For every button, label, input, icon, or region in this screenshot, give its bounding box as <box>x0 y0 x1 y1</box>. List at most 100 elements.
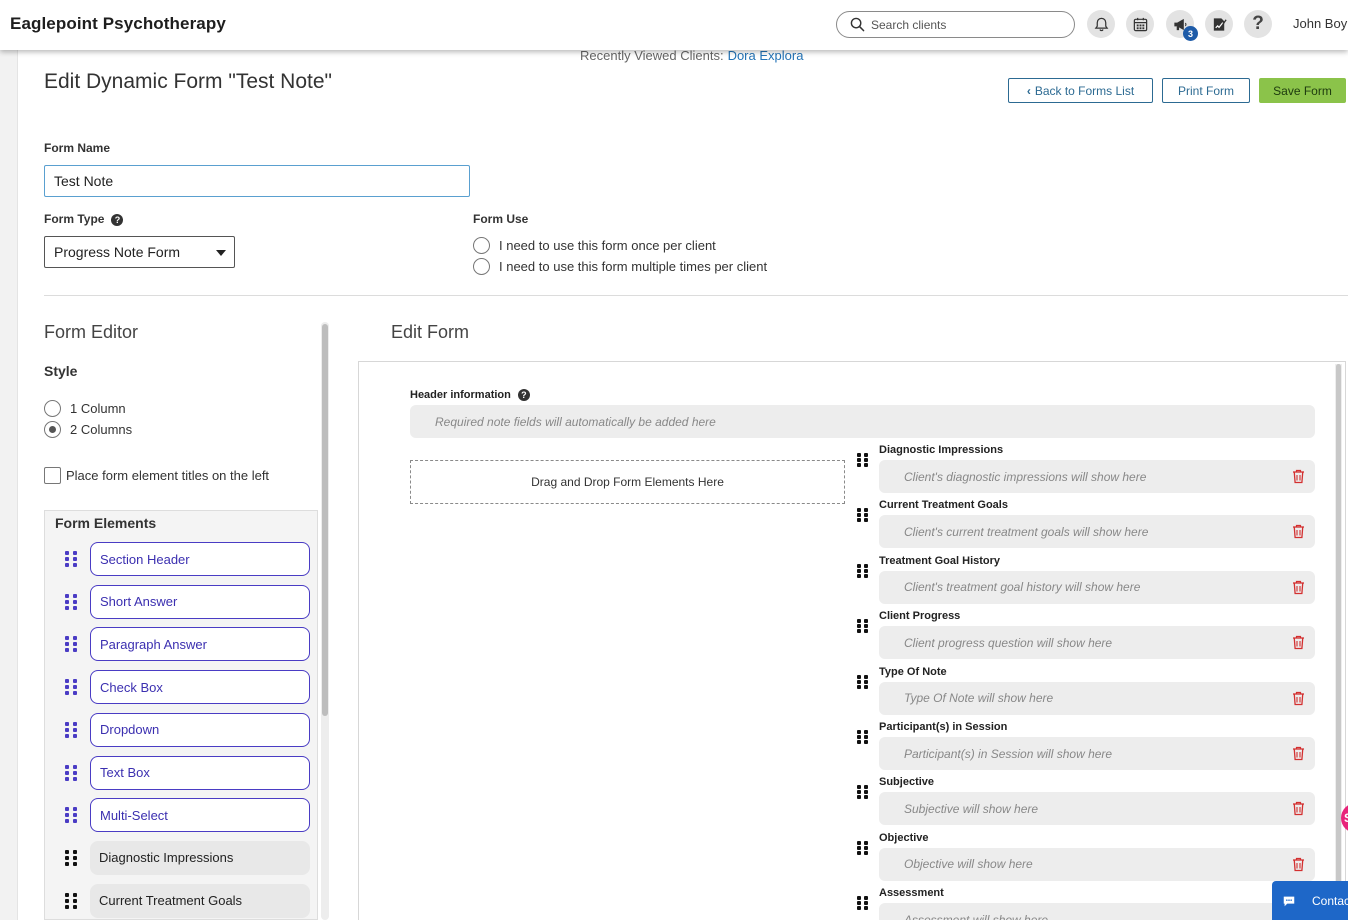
form-element-button[interactable]: Check Box <box>90 670 310 705</box>
field-drag-handle-icon[interactable] <box>857 730 868 744</box>
form-element-item[interactable]: Text Box <box>65 755 310 790</box>
field-drag-handle-icon[interactable] <box>857 785 868 800</box>
drag-handle-icon[interactable] <box>65 849 77 866</box>
field-placeholder-text: Participant(s) in Session will show here <box>904 746 1113 761</box>
style-2-columns-option[interactable]: 2 Columns <box>44 421 132 438</box>
help-button[interactable]: ? <box>1244 10 1272 38</box>
field-drag-handle-icon[interactable] <box>857 896 868 911</box>
field-drag-handle-icon[interactable] <box>857 508 868 523</box>
form-use-once-option[interactable]: I need to use this form once per client <box>473 237 716 254</box>
field-placeholder-box[interactable]: Client's treatment goal history will sho… <box>879 570 1315 604</box>
canvas-scrollbar[interactable] <box>1335 364 1342 920</box>
form-element-item[interactable]: Multi-Select <box>65 798 310 833</box>
search-input[interactable] <box>871 17 1061 32</box>
editor-scrollbar-thumb[interactable] <box>322 324 328 716</box>
field-placeholder-box[interactable]: Objective will show here <box>879 847 1315 881</box>
form-element-item[interactable]: Check Box <box>65 670 310 705</box>
brand-name[interactable]: Eaglepoint Psychotherapy <box>10 14 226 34</box>
field-placeholder-box[interactable]: Participant(s) in Session will show here <box>879 737 1315 770</box>
field-placeholder-box[interactable]: Client's diagnostic impressions will sho… <box>879 460 1315 493</box>
trash-icon[interactable] <box>1292 801 1305 816</box>
drag-handle-icon[interactable] <box>65 679 77 696</box>
trash-icon[interactable] <box>1292 524 1305 539</box>
drag-handle-icon[interactable] <box>65 636 77 653</box>
field-placeholder-box[interactable]: Assessment will show here <box>879 903 1315 920</box>
form-use-multiple-option[interactable]: I need to use this form multiple times p… <box>473 258 767 275</box>
drop-zone[interactable]: Drag and Drop Form Elements Here <box>410 460 845 504</box>
trash-icon[interactable] <box>1292 691 1305 706</box>
style-1-column-option[interactable]: 1 Column <box>44 400 126 417</box>
canvas-scrollbar-thumb[interactable] <box>1336 364 1341 920</box>
top-bar: Eaglepoint Psychotherapy 3 ? John Boy <box>0 0 1348 50</box>
form-type-select[interactable]: Progress Note Form <box>44 236 235 268</box>
field-placeholder-box[interactable]: Subjective will show here <box>879 792 1315 826</box>
announcements-button[interactable]: 3 <box>1166 10 1198 41</box>
form-use-once-radio[interactable] <box>473 237 490 254</box>
drag-handle-icon[interactable] <box>65 593 77 610</box>
field-drag-handle-icon[interactable] <box>857 619 868 634</box>
form-type-value: Progress Note Form <box>54 244 181 260</box>
form-element-button[interactable]: Current Treatment Goals <box>90 883 310 918</box>
editor-scrollbar[interactable] <box>321 322 329 920</box>
trash-icon[interactable] <box>1292 857 1305 872</box>
bell-icon <box>1094 17 1108 31</box>
recently-viewed-label: Recently Viewed Clients: <box>580 48 724 63</box>
sign-documents-button[interactable] <box>1205 10 1233 38</box>
style-1-column-radio[interactable] <box>44 400 61 417</box>
drag-handle-icon[interactable] <box>65 721 77 738</box>
form-type-help-icon[interactable]: ? <box>111 213 124 226</box>
field-placeholder-box[interactable]: Client's current treatment goals will sh… <box>879 515 1315 549</box>
drag-handle-icon[interactable] <box>65 551 77 567</box>
form-name-input[interactable] <box>44 165 470 197</box>
recent-client-link[interactable]: Dora Explora <box>728 48 804 63</box>
titles-left-checkbox[interactable] <box>44 467 61 484</box>
chat-icon <box>1283 896 1295 906</box>
print-form-button[interactable]: Print Form <box>1162 78 1250 103</box>
form-element-button[interactable]: Multi-Select <box>90 798 310 833</box>
form-element-button[interactable]: Short Answer <box>90 584 310 619</box>
field-drag-handle-icon[interactable] <box>857 563 868 578</box>
drag-handle-icon[interactable] <box>65 892 77 909</box>
form-element-button[interactable]: Paragraph Answer <box>90 627 310 662</box>
drag-handle-icon[interactable] <box>65 807 77 824</box>
form-element-button[interactable]: Text Box <box>90 755 310 790</box>
form-element-item[interactable]: Section Header <box>65 542 310 576</box>
trash-icon[interactable] <box>1292 580 1305 595</box>
field-drag-handle-icon[interactable] <box>857 840 868 855</box>
header-help-icon[interactable]: ? <box>517 389 530 402</box>
contact-button[interactable]: Contact <box>1272 881 1348 920</box>
drag-handle-icon[interactable] <box>65 764 77 781</box>
trash-icon[interactable] <box>1292 469 1305 484</box>
style-label: Style <box>44 363 78 379</box>
calendar-button[interactable] <box>1126 10 1154 38</box>
form-element-item[interactable]: Diagnostic Impressions <box>65 840 310 875</box>
form-type-label: Form Type? <box>44 212 124 226</box>
titles-left-option[interactable]: Place form element titles on the left <box>44 467 269 484</box>
back-to-forms-label: Back to Forms List <box>1034 83 1135 98</box>
form-element-button[interactable]: Dropdown <box>90 712 310 747</box>
style-2-columns-radio[interactable] <box>44 421 61 438</box>
user-name[interactable]: John Boy <box>1293 16 1347 31</box>
form-element-button[interactable]: Diagnostic Impressions <box>90 840 310 875</box>
save-form-button[interactable]: Save Form <box>1259 78 1346 103</box>
form-element-item[interactable]: Paragraph Answer <box>65 627 310 662</box>
field-placeholder-text: Client progress question will show here <box>904 635 1113 650</box>
form-element-item[interactable]: Current Treatment Goals <box>65 883 310 918</box>
form-use-multiple-radio[interactable] <box>473 258 490 275</box>
notifications-button[interactable] <box>1087 10 1115 38</box>
field-placeholder-box[interactable]: Client progress question will show here <box>879 626 1315 660</box>
form-element-item[interactable]: Short Answer <box>65 584 310 619</box>
trash-icon[interactable] <box>1292 635 1305 650</box>
field-placeholder-text: Subjective will show here <box>904 801 1039 816</box>
divider <box>44 295 1348 296</box>
trash-icon[interactable] <box>1292 746 1305 761</box>
search-box[interactable] <box>836 11 1075 38</box>
form-element-item[interactable]: Dropdown <box>65 712 310 747</box>
back-to-forms-button[interactable]: ‹ Back to Forms List <box>1008 78 1153 103</box>
form-element-button[interactable]: Section Header <box>90 542 310 576</box>
field-label: Participant(s) in Session <box>879 721 1008 733</box>
field-drag-handle-icon[interactable] <box>857 453 868 467</box>
field-label: Assessment <box>879 887 944 900</box>
field-placeholder-box[interactable]: Type Of Note will show here <box>879 681 1315 715</box>
field-drag-handle-icon[interactable] <box>857 674 868 689</box>
